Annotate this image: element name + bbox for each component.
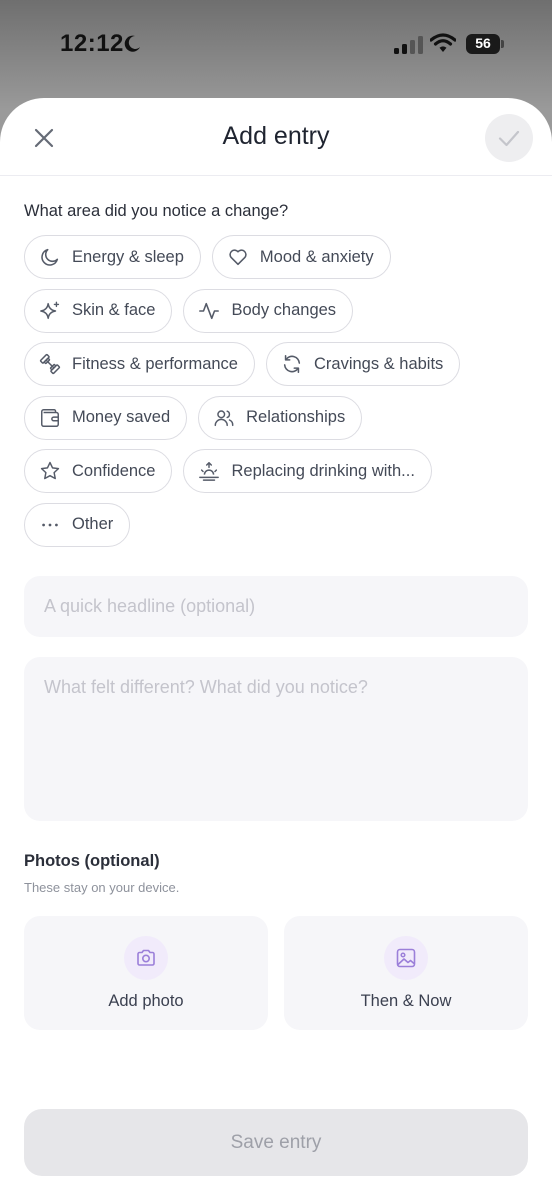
status-time: 12:12: [60, 30, 124, 57]
add-photo-label: Add photo: [108, 992, 184, 1010]
chip-energy-sleep[interactable]: Energy & sleep: [24, 235, 201, 279]
star-icon: [39, 460, 61, 482]
sunrise-icon: [198, 460, 220, 482]
chip-label: Skin & face: [72, 301, 156, 320]
chip-relationships[interactable]: Relationships: [198, 395, 363, 440]
status-bar: 12:12 56: [0, 0, 552, 92]
chip-row: Other: [24, 502, 534, 547]
moon-icon: [124, 35, 140, 52]
chip-label: Other: [72, 515, 114, 534]
add-entry-sheet: Add entry What area did you notice a cha…: [0, 98, 552, 1200]
camera-icon: [124, 936, 168, 980]
heart-icon: [227, 246, 249, 268]
signal-icon: [394, 36, 423, 54]
area-question: What area did you notice a change?: [24, 202, 289, 220]
users-icon: [213, 407, 235, 429]
chip-skin-face[interactable]: Skin & face: [24, 288, 173, 333]
chip-row: Money saved Relationships: [24, 395, 534, 440]
photos-title: Photos (optional): [24, 852, 160, 870]
more-icon: [39, 514, 61, 536]
chip-label: Cravings & habits: [313, 354, 444, 373]
headline-input[interactable]: [24, 576, 528, 637]
chip-cravings-habits[interactable]: Cravings & habits: [265, 342, 461, 387]
sheet-header: Add entry: [0, 98, 552, 176]
chip-label: Money saved: [72, 408, 171, 427]
then-and-now-button[interactable]: Then & Now: [284, 916, 528, 1030]
confirm-button[interactable]: [485, 114, 533, 162]
wifi-icon: [430, 33, 456, 52]
activity-icon: [198, 300, 220, 322]
chip-label: Replacing drinking with...: [231, 461, 415, 480]
chip-row: Skin & face Body changes: [24, 288, 534, 333]
image-icon: [384, 936, 428, 980]
battery-icon: 56: [466, 34, 504, 54]
chip-money-saved[interactable]: Money saved: [24, 395, 188, 440]
chip-label: Energy & sleep: [72, 247, 184, 266]
chip-row: Energy & sleep Mood & anxiety: [24, 235, 534, 279]
chip-label: Fitness & performance: [72, 354, 238, 373]
chip-mood-anxiety[interactable]: Mood & anxiety: [211, 235, 391, 279]
chip-label: Relationships: [246, 408, 346, 427]
battery-level: 56: [475, 35, 491, 51]
add-photo-button[interactable]: Add photo: [24, 916, 268, 1030]
chip-label: Confidence: [72, 461, 156, 480]
save-entry-button[interactable]: Save entry: [24, 1109, 528, 1176]
sparkles-icon: [39, 300, 61, 322]
chip-confidence[interactable]: Confidence: [24, 449, 173, 494]
chip-row: Confidence Replacing drinking with...: [24, 449, 534, 494]
chip-replacing-drinking[interactable]: Replacing drinking with...: [183, 449, 432, 494]
chip-other[interactable]: Other: [24, 502, 131, 547]
page-title: Add entry: [222, 122, 330, 150]
chip-body-changes[interactable]: Body changes: [183, 288, 354, 333]
chip-label: Body changes: [231, 301, 337, 320]
refresh-icon: [281, 353, 303, 375]
chip-fitness-performance[interactable]: Fitness & performance: [24, 342, 255, 387]
checkmark-icon: [498, 130, 520, 147]
wallet-icon: [39, 407, 61, 429]
chip-label: Mood & anxiety: [259, 247, 374, 266]
entry-body-textarea[interactable]: [24, 657, 528, 821]
moon-icon: [39, 246, 61, 268]
chip-row: Fitness & performance Cravings & habits: [24, 342, 534, 387]
photos-subtitle: These stay on your device.: [24, 880, 180, 895]
area-chip-group: Energy & sleep Mood & anxiety Skin & fac…: [24, 235, 534, 557]
dumbbell-icon: [39, 353, 61, 375]
then-and-now-label: Then & Now: [360, 992, 452, 1010]
